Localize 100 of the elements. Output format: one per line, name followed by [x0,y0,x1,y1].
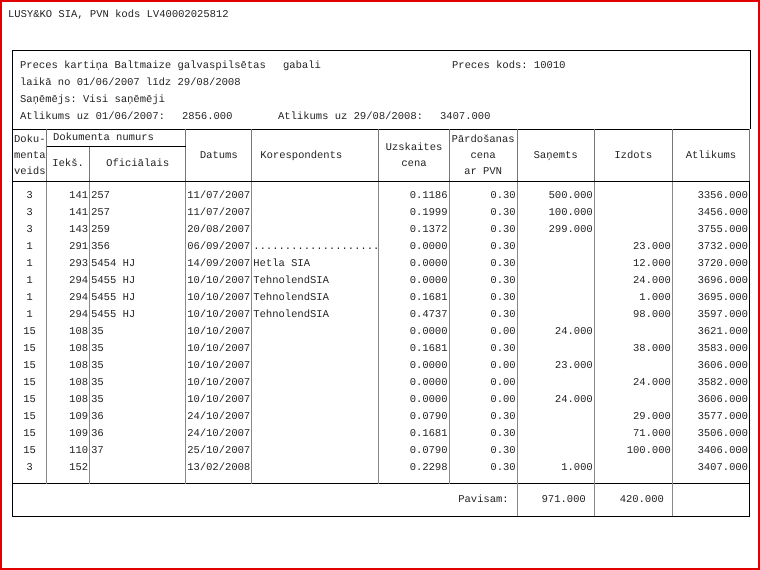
table-cell: 0.30 [449,222,518,239]
table-cell: 24.000 [517,392,594,409]
table-cell: 108 [46,392,90,409]
table-cell: 0.00 [449,358,518,375]
balance-value: 3407.000 [440,110,490,125]
table-cell: 10/10/2007 [186,358,252,375]
table-cell: 1 [12,307,47,324]
table-cell: 15 [12,324,47,341]
company-title: LUSY&KO SIA, PVN kods LV40002025812 [8,8,230,22]
table-cell: 36 [90,409,186,426]
table-cell: 110 [46,443,90,460]
table-cell: 10/10/2007 [186,392,252,409]
table-cell: 3456.000 [672,205,750,222]
table-cell: 38.000 [594,341,672,358]
table-cell: 0.30 [449,256,518,273]
table-cell: 25/10/2007 [186,443,252,460]
table-cell: 24.000 [594,273,672,290]
table-cell: 3356.000 [672,188,750,205]
table-cell: 36 [90,426,186,443]
column-header: Datums [186,130,252,182]
table-cell: 299.000 [517,222,594,239]
column-header: Izdots [594,130,672,182]
table-cell: 1 [12,256,47,273]
table-cell: 0.0000 [378,392,450,409]
table-cell: 15 [12,341,47,358]
table-cell: 0.1372 [378,222,450,239]
table-cell: 0.1681 [378,290,450,307]
table-cell: TehnolendSIA [252,290,379,307]
table-cell: 35 [90,392,186,409]
column-header: Dokumenta numurs [46,130,186,146]
table-cell: 0.1681 [378,426,450,443]
table-cell: 0.30 [449,443,518,460]
table-cell: 3696.000 [672,273,750,290]
table-cell: 1.000 [517,460,594,477]
table-cell: 15 [12,443,47,460]
table-cell: 294 [46,307,90,324]
column-header: Iekš. [46,146,90,182]
column-header: Saņemts [517,130,594,182]
table-cell: 0.00 [449,375,518,392]
table-cell: TehnolendSIA [252,273,379,290]
table-cell: 5454 HJ [90,256,186,273]
table-cell: 293 [46,256,90,273]
column-header: Pārdošanas cena ar PVN [449,130,518,182]
table-cell: 37 [90,443,186,460]
table-cell: 108 [46,341,90,358]
table-cell: 108 [46,358,90,375]
total-label: Pavisam: [458,494,509,506]
table-cell: 294 [46,273,90,290]
table-cell: 3406.000 [672,443,750,460]
table-cell: 23.000 [594,239,672,256]
table-cell: 10/10/2007 [186,341,252,358]
table-cell: 0.4737 [378,307,450,324]
table-cell: 109 [46,426,90,443]
balance-label: Atlikums uz 29/08/2008: [278,110,424,125]
table-cell: 24.000 [517,324,594,341]
table-cell: 0.1999 [378,205,450,222]
table-cell: 259 [90,222,186,239]
table-cell: 3720.000 [672,256,750,273]
balance-value: 2856.000 [182,110,234,125]
table-cell: 109 [46,409,90,426]
table-cell: 3 [12,188,47,205]
table-cell: 3 [12,205,47,222]
table-cell: 10/10/2007 [186,375,252,392]
table-cell: 3 [12,460,47,477]
recipient-text: Saņēmējs: Visi saņēmēji [19,93,166,108]
table-cell: 0.0000 [378,273,450,290]
table-cell: 141 [46,188,90,205]
table-cell: 23.000 [517,358,594,375]
table-cell: 10/10/2007 [186,273,252,290]
table-cell: 35 [90,358,186,375]
table-cell: 0.0000 [378,375,450,392]
table-cell: 3 [12,222,47,239]
table-cell: 3582.000 [672,375,750,392]
table-cell: 0.2298 [378,460,450,477]
table-cell: 35 [90,324,186,341]
table-cell: 71.000 [594,426,672,443]
table-cell: 35 [90,375,186,392]
unit-label: gabali [283,59,322,74]
table-cell: 5455 HJ [90,273,186,290]
table-cell: 10/10/2007 [186,324,252,341]
table-cell: 108 [46,375,90,392]
table-cell: 5455 HJ [90,290,186,307]
table-cell: 15 [12,409,47,426]
table-cell: 3407.000 [672,460,750,477]
table-cell: 0.30 [449,460,518,477]
table-cell: 35 [90,341,186,358]
table-cell: 3506.000 [672,426,750,443]
table-cell: Hetla SIA [252,256,379,273]
balance-label: Atlikums uz 01/06/2007: [20,110,166,125]
table-cell: 15 [12,375,47,392]
table-cell: 0.1681 [378,341,450,358]
table-cell: 15 [12,392,47,409]
table-cell: 141 [46,205,90,222]
table-cell: 0.0000 [378,239,450,256]
table-cell: 10/10/2007 [186,290,252,307]
column-header: Korespondents [252,130,379,182]
table-cell: 3597.000 [672,307,750,324]
table-cell: 20/08/2007 [186,222,252,239]
table-cell: 0.30 [449,426,518,443]
product-code: Preces kods: 10010 [452,59,566,74]
